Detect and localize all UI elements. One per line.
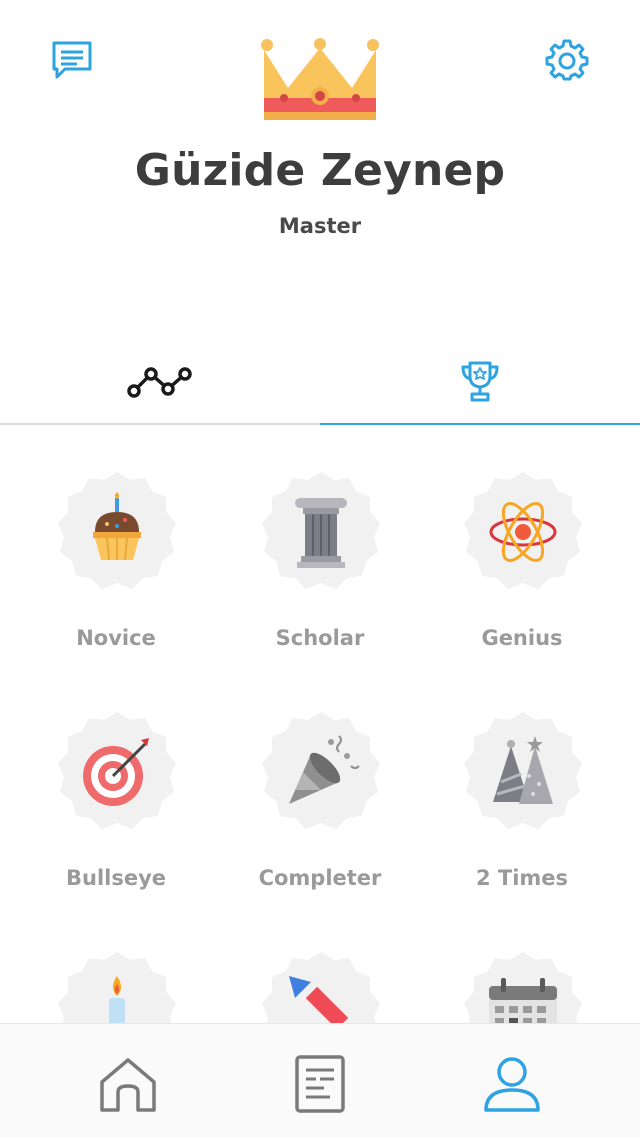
firecracker-icon [289,976,349,1024]
bottom-nav [0,1023,640,1137]
achievements-grid: Novice Scholar Genius Bullseye Completer… [0,426,640,1024]
home-icon [100,1058,156,1112]
achievement-2-times[interactable]: 2 Times [421,666,623,890]
nav-home[interactable] [88,1044,168,1124]
achievement-genius[interactable]: Genius [421,426,623,650]
achievement-label: Scholar [275,626,365,650]
party-hats-icon [493,736,553,804]
user-name: Güzide Zeynep [134,145,506,196]
achievement-label: 2 Times [475,866,569,890]
achievement-bullseye[interactable]: Bullseye [15,666,217,890]
tab-stats[interactable] [0,340,320,424]
nav-notes[interactable] [280,1044,360,1124]
achievement-label: Genius [481,626,563,650]
line-graph-icon [127,367,192,398]
target-icon [83,738,149,806]
achievement-calendar[interactable] [421,906,623,1024]
notes-icon [295,1055,345,1113]
settings-button[interactable] [545,38,589,82]
user-rank: Master [278,214,362,238]
cupcake-icon [93,492,141,561]
achievement-candle[interactable] [15,906,217,1024]
achievement-label: Completer [258,866,382,890]
tab-bar [0,340,640,426]
tab-achievements[interactable] [320,340,640,424]
achievement-label: Novice [76,626,156,650]
chat-button[interactable] [50,38,94,82]
trophy-icon [461,361,499,402]
achievement-completer[interactable]: Completer [219,666,421,890]
tab-active-indicator [320,423,640,425]
chat-bubble-icon [52,41,92,79]
atom-icon [489,502,557,562]
candle-icon [109,976,125,1024]
column-icon [295,498,347,568]
party-popper-icon [289,735,360,804]
profile-icon [484,1057,540,1112]
gear-icon [545,39,589,81]
nav-profile[interactable] [472,1044,552,1124]
crown-icon [258,36,382,124]
achievement-novice[interactable]: Novice [15,426,217,650]
calendar-icon [489,978,557,1024]
achievement-firecracker[interactable] [219,906,421,1024]
achievement-label: Bullseye [65,866,167,890]
achievement-scholar[interactable]: Scholar [219,426,421,650]
